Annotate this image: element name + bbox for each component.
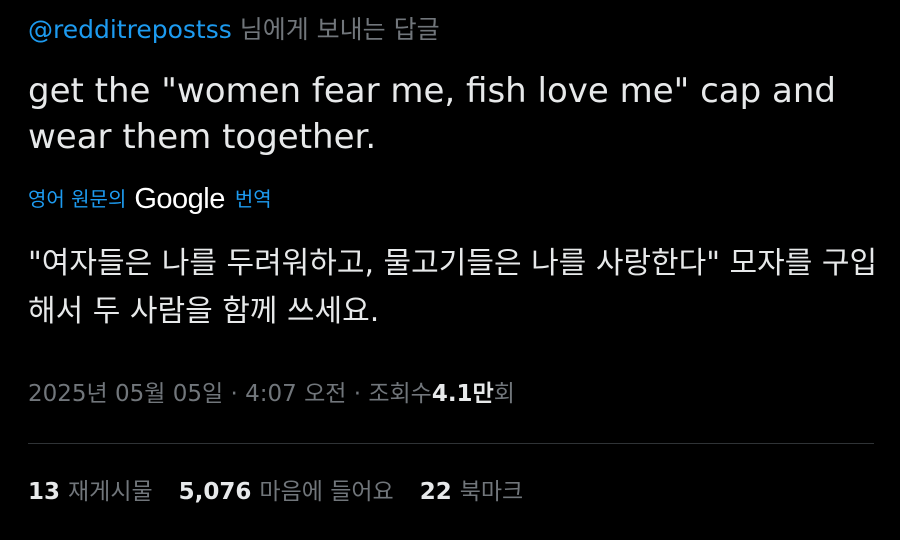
likes-count: 5,076 — [178, 479, 252, 505]
tweet-date[interactable]: 2025년 05월 05일 — [28, 381, 223, 407]
meta-separator: · — [353, 381, 362, 407]
tweet-time[interactable]: 4:07 오전 — [245, 381, 346, 407]
divider — [28, 443, 874, 444]
reposts-stat[interactable]: 13 재게시물 — [28, 472, 153, 512]
translation-source-label[interactable]: 영어 원문의 — [28, 180, 126, 218]
reply-handle-link[interactable]: @redditrepostss — [28, 15, 232, 44]
reposts-count: 13 — [28, 479, 61, 505]
translation-label[interactable]: 번역 — [235, 180, 272, 218]
likes-label: 마음에 들어요 — [259, 479, 394, 505]
meta-separator: · — [230, 381, 238, 407]
translated-text: "여자들은 나를 두려워하고, 물고기들은 나를 사랑한다" 모자를 구입해서 … — [28, 246, 878, 329]
bookmarks-stat[interactable]: 22 북마크 — [420, 472, 524, 512]
likes-stat[interactable]: 5,076 마음에 들어요 — [179, 472, 394, 512]
views-count: 4.1만 — [431, 381, 494, 407]
engagement-stats: 13 재게시물 5,076 마음에 들어요 22 북마크 — [28, 472, 549, 512]
bookmarks-count: 22 — [419, 479, 452, 505]
views-suffix: 회 — [493, 381, 515, 407]
reply-context-label: 님에게 보내는 답글 — [239, 15, 440, 44]
tweet-metadata: 2025년 05월 05일 · 4:07 오전 · 조회수4.1만회 — [28, 374, 515, 414]
reply-context: @redditrepostss 님에게 보내는 답글 — [28, 12, 440, 48]
reposts-label: 재게시물 — [68, 479, 153, 505]
bookmarks-label: 북마크 — [459, 479, 524, 505]
views-label: 조회수 — [368, 381, 432, 407]
translation-attribution: 영어 원문의 Google 번역 — [28, 180, 272, 218]
tweet-text: get the "women fear me, fish love me" ca… — [28, 71, 836, 157]
google-logo: Google — [134, 183, 225, 215]
